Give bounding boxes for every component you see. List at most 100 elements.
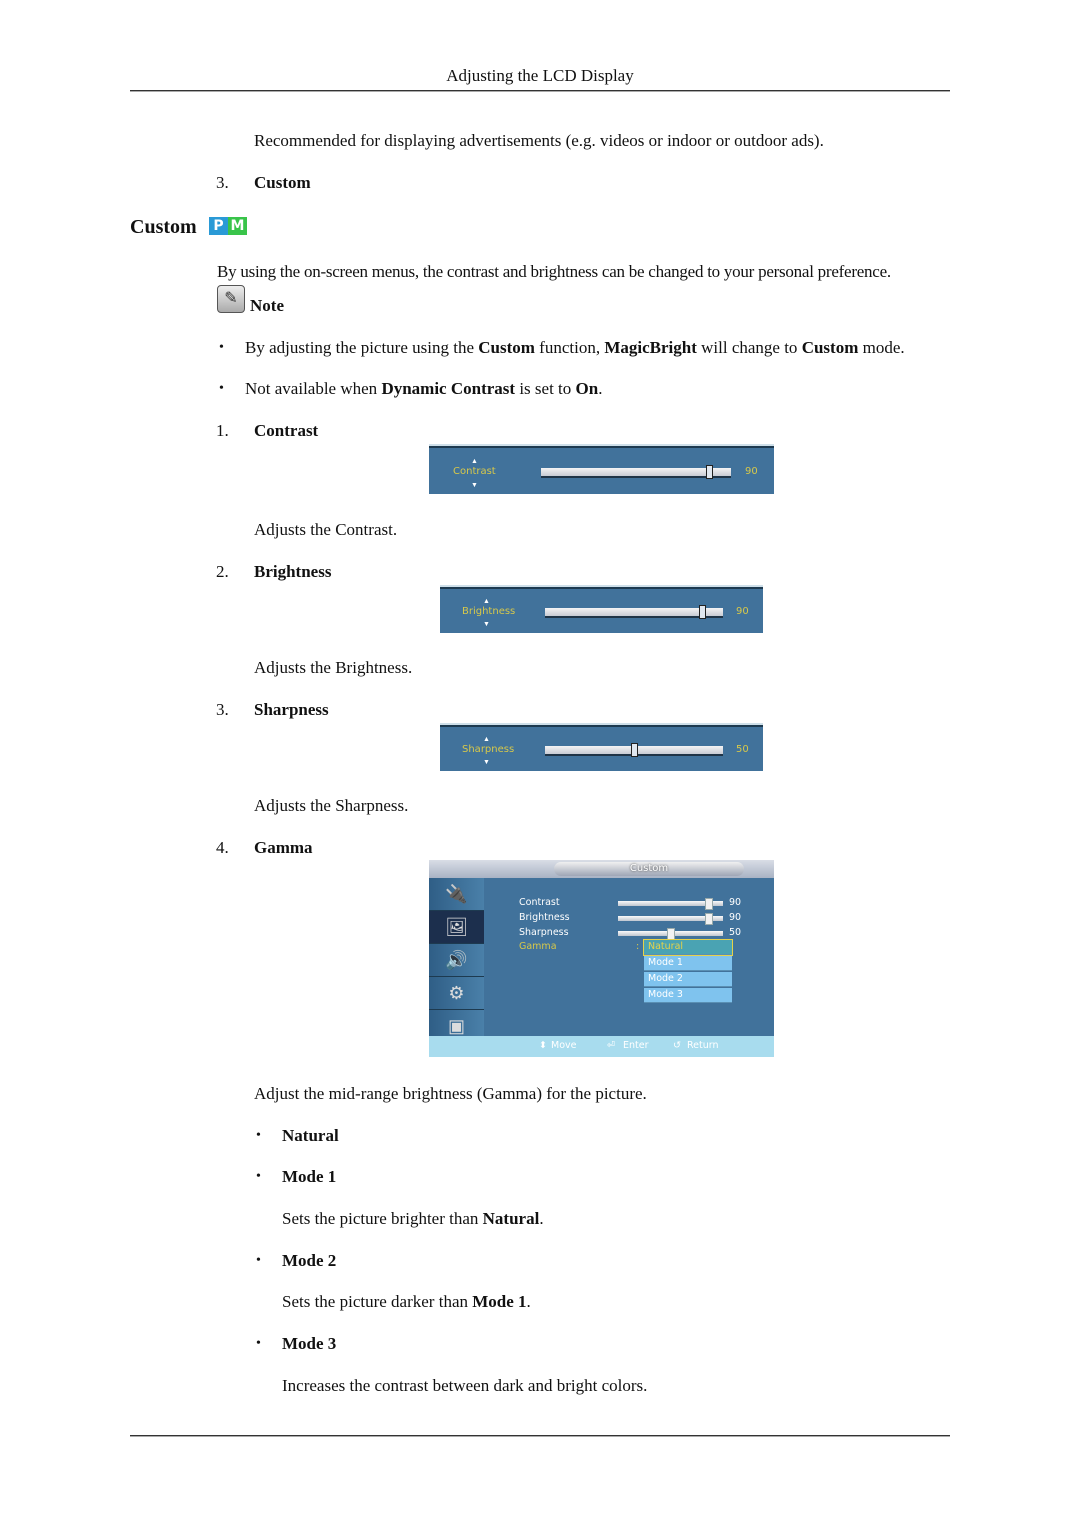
text: Not available when <box>245 379 382 398</box>
enter-icon: ⏎ <box>607 1040 615 1051</box>
gamma-option-natural[interactable]: Natural <box>643 939 733 956</box>
mode-label-mode-3: Mode 3 <box>282 1334 337 1353</box>
item-number: 3. <box>216 173 229 192</box>
down-arrow-icon: ▼ <box>471 481 478 489</box>
footer-move: Move <box>551 1040 577 1051</box>
slider-thumb[interactable] <box>699 605 706 619</box>
bullet-icon: • <box>219 381 224 396</box>
contrast-slider[interactable] <box>541 465 731 479</box>
text: function, <box>534 338 605 357</box>
item-number: 1. <box>216 421 229 440</box>
down-arrow-icon: ▼ <box>483 620 490 628</box>
item-label-sharpness: Sharpness <box>254 700 329 719</box>
bullet-icon: • <box>219 340 224 355</box>
slider-thumb[interactable] <box>705 898 713 910</box>
mode-3-description: Increases the contrast between dark and … <box>282 1376 648 1395</box>
up-arrow-icon: ▲ <box>471 457 478 465</box>
bullet-icon: • <box>256 1128 261 1143</box>
mode-2-description: Sets the picture darker than Mode 1. <box>282 1292 531 1312</box>
section-title: Custom <box>130 216 197 238</box>
text: By adjusting the picture using the <box>245 338 479 357</box>
slider-thumb[interactable] <box>706 465 713 479</box>
item-number: 3. <box>216 700 229 719</box>
gamma-osd-menu: Custom 🔌 🖼 🔊 ⚙ ▣ Contrast 90 Brightness … <box>429 860 774 1057</box>
brightness-slider[interactable] <box>545 605 723 619</box>
osd-row-label: Contrast <box>519 897 560 908</box>
item-description: Adjust the mid-range brightness (Gamma) … <box>254 1084 647 1103</box>
bold-text: Natural <box>482 1209 540 1228</box>
osd-sidebar: 🔌 🖼 🔊 ⚙ ▣ <box>429 878 484 1043</box>
mode-label-natural: Natural <box>282 1126 339 1145</box>
gamma-dropdown[interactable]: Natural Mode 1 Mode 2 Mode 3 <box>643 939 733 1004</box>
note-label: Note <box>250 296 284 315</box>
item-description: Adjusts the Brightness. <box>254 658 413 677</box>
gamma-row-label: Gamma <box>519 941 557 952</box>
note-bullet-1: By adjusting the picture using the Custo… <box>245 338 905 358</box>
note-bullet-2: Not available when Dynamic Contrast is s… <box>245 379 602 399</box>
text: Sets the picture brighter than <box>282 1209 483 1228</box>
up-arrow-icon: ▲ <box>483 597 490 605</box>
slider-thumb[interactable] <box>705 913 713 925</box>
item-number: 2. <box>216 562 229 581</box>
osd-label: Brightness <box>462 606 516 617</box>
osd-value: 90 <box>745 466 758 477</box>
slider-thumb[interactable] <box>631 743 638 757</box>
text: Sets the picture darker than <box>282 1292 473 1311</box>
pm-badge-icon: P M <box>209 217 247 235</box>
sharpness-slider[interactable] <box>545 743 723 757</box>
down-arrow-icon: ▼ <box>483 758 490 766</box>
gamma-option-mode-2[interactable]: Mode 2 <box>644 972 732 987</box>
osd-value: 50 <box>736 744 749 755</box>
badge-m: M <box>228 217 247 235</box>
brightness-osd: ▲ Brightness ▼ 90 <box>440 585 763 633</box>
recommended-text: Recommended for displaying advertisement… <box>254 131 824 150</box>
item-description: Adjusts the Sharpness. <box>254 796 409 815</box>
footer-rule <box>130 1435 950 1437</box>
osd-footer: ⬍ Move ⏎ Enter ↺ Return <box>429 1036 774 1057</box>
gamma-option-mode-1[interactable]: Mode 1 <box>644 956 732 971</box>
gamma-colon: : <box>636 941 640 952</box>
bold-text: Mode 1 <box>472 1292 527 1311</box>
setup-icon[interactable]: ⚙ <box>429 977 484 1010</box>
mode-label-mode-1: Mode 1 <box>282 1167 337 1186</box>
item-number: 4. <box>216 838 229 857</box>
osd-title-bar: Custom <box>429 860 774 878</box>
item-label-custom: Custom <box>254 173 311 192</box>
move-icon: ⬍ <box>539 1040 547 1051</box>
page-header-title: Adjusting the LCD Display <box>446 66 634 85</box>
brightness-mini-slider[interactable] <box>618 913 723 925</box>
text: mode. <box>858 338 905 357</box>
input-icon[interactable]: 🔌 <box>429 878 484 911</box>
badge-p: P <box>209 217 228 235</box>
footer-return: Return <box>687 1040 719 1051</box>
picture-icon[interactable]: 🖼 <box>429 911 484 944</box>
sound-icon[interactable]: 🔊 <box>429 944 484 977</box>
bullet-icon: • <box>256 1169 261 1184</box>
bold-text: MagicBright <box>604 338 697 357</box>
footer-enter: Enter <box>623 1040 649 1051</box>
note-icon: ✎ <box>217 285 245 313</box>
text: is set to <box>515 379 576 398</box>
sharpness-mini-slider[interactable] <box>618 928 723 940</box>
section-description: By using the on-screen menus, the contra… <box>217 262 891 281</box>
bold-text: Custom <box>801 338 859 357</box>
gamma-option-mode-3[interactable]: Mode 3 <box>644 988 732 1003</box>
slider-thumb[interactable] <box>667 928 675 940</box>
item-label-gamma: Gamma <box>254 838 313 857</box>
osd-title: Custom <box>554 862 744 876</box>
bullet-icon: • <box>256 1336 261 1351</box>
contrast-mini-slider[interactable] <box>618 898 723 910</box>
item-description: Adjusts the Contrast. <box>254 520 398 539</box>
text: will change to <box>696 338 802 357</box>
item-label-brightness: Brightness <box>254 562 332 581</box>
bold-text: Custom <box>478 338 535 357</box>
bullet-icon: • <box>256 1253 261 1268</box>
osd-row-value: 50 <box>729 927 742 938</box>
bold-text: Dynamic Contrast <box>381 379 516 398</box>
osd-label: Contrast <box>453 466 496 477</box>
osd-row-value: 90 <box>729 897 742 908</box>
header-rule <box>130 90 950 92</box>
osd-value: 90 <box>736 606 749 617</box>
item-label-contrast: Contrast <box>254 421 319 440</box>
osd-row-label: Brightness <box>519 912 570 923</box>
